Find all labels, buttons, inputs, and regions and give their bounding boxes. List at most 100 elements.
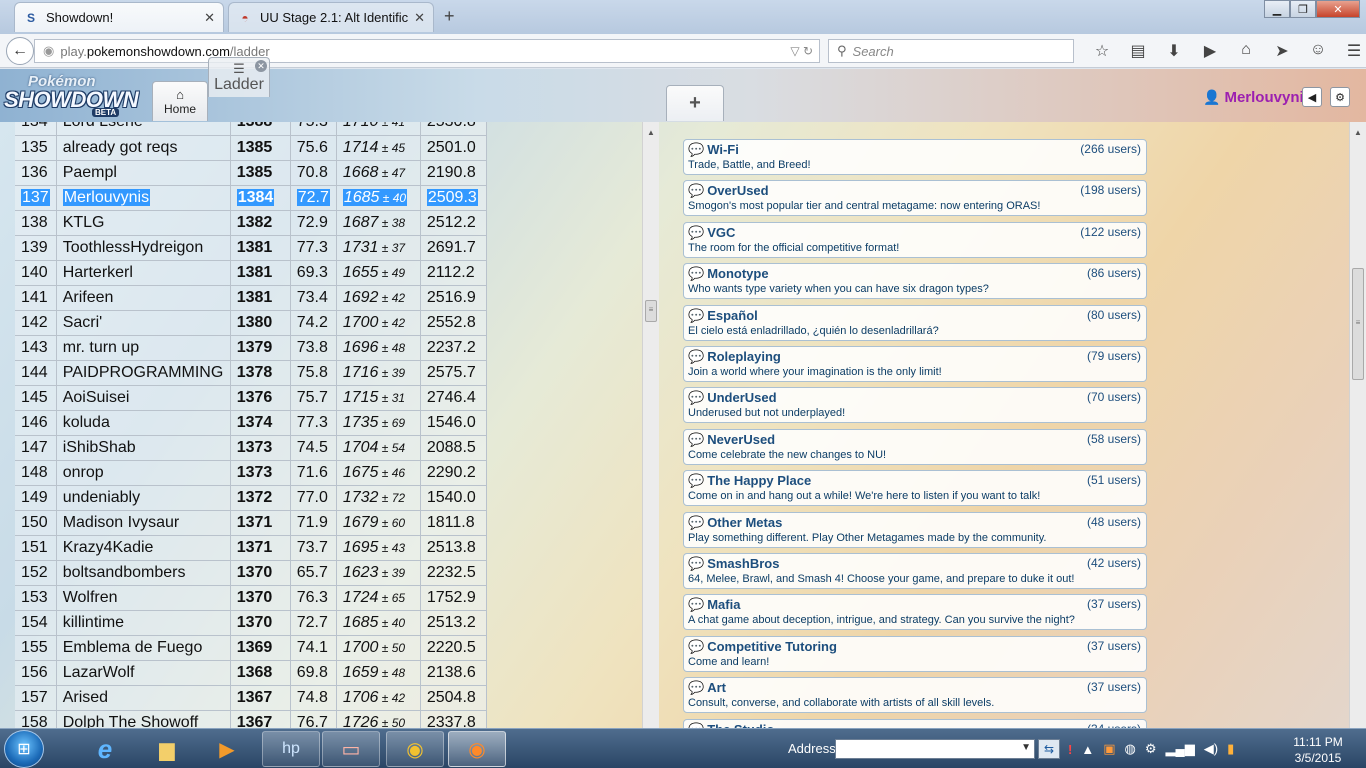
ladder-username[interactable]: Arifeen [56,285,231,311]
room-list-item[interactable]: 💬 VGC (122 users) The room for the official… [683,221,1147,258]
close-tab-icon[interactable]: ✕ [204,10,215,26]
ladder-row[interactable]: 139 ToothlessHydreigon 1381 77.3 1731 ± 37 26… [15,235,487,261]
ladder-username[interactable]: Wolfren [56,585,231,611]
ladder-row[interactable]: 154 killintime 1370 72.7 1685 ± 40 2513.2 [15,610,487,636]
new-room-tab-button[interactable]: + [666,85,724,121]
room-name[interactable]: 💬 Competitive Tutoring [688,639,1142,655]
scroll-thumb[interactable]: ≡ [1352,268,1364,380]
rooms-scrollbar[interactable]: ▲ ≡ [1349,122,1366,728]
send-icon[interactable]: ➤ [1264,41,1300,61]
ladder-username[interactable]: Dolph The Showoff [56,710,231,728]
tray-sync-icon[interactable]: ◍ [1125,741,1136,757]
room-name[interactable]: 💬 Wi-Fi [688,142,1142,158]
tray-app-icon[interactable]: ▣ [1103,741,1115,757]
ladder-row[interactable]: 142 Sacri' 1380 74.2 1700 ± 42 2552.8 [15,310,487,336]
chat-icon[interactable]: ☺ [1300,41,1336,61]
ladder-username[interactable]: Emblema de Fuego [56,635,231,661]
ladder-username[interactable]: undeniably [56,485,231,511]
ladder-row[interactable]: 150 Madison Ivysaur 1371 71.9 1679 ± 60 1811.… [15,510,487,536]
room-name[interactable]: 💬 Other Metas [688,515,1142,531]
room-list-item[interactable]: 💬The Studio(34 users) [683,718,1147,728]
ladder-row[interactable]: 141 Arifeen 1381 73.4 1692 ± 42 2516.9 [15,285,487,311]
alert-icon[interactable]: ! [1068,742,1072,757]
ladder-username[interactable]: ToothlessHydreigon [56,235,231,261]
ladder-username[interactable]: Madison Ivysaur [56,510,231,536]
menu-icon[interactable]: ☰ [1336,41,1366,61]
ladder-row[interactable]: 149 undeniably 1372 77.0 1732 ± 72 1540.0 [15,485,487,511]
browser-tab-uu-stage[interactable]: ◓ UU Stage 2.1: Alt Identificat... ✕ [228,2,434,32]
ladder-row[interactable]: 144 PAIDPROGRAMMING 1378 75.8 1716 ± 39 2575.… [15,360,487,386]
room-list-item[interactable]: 💬 SmashBros (42 users) 64, Melee, Brawl, an… [683,553,1147,589]
ladder-username[interactable]: Krazy4Kadie [56,535,231,561]
scroll-up-icon[interactable]: ▲ [647,128,655,137]
scroll-thumb[interactable]: ≡ [645,300,657,322]
youtube-icon[interactable]: ▶ [1192,41,1228,61]
room-list-item[interactable]: 💬 Español (80 users) El cielo está enladril… [683,304,1147,341]
ladder-username[interactable]: Sacri' [56,310,231,336]
reading-list-icon[interactable]: ▤ [1120,41,1156,61]
url-bar[interactable]: ◉ play. pokemonshowdown.com/ladder ▽ ↻ [34,39,820,63]
ladder-row[interactable]: 147 iShibShab 1373 74.5 1704 ± 54 2088.5 [15,435,487,461]
ladder-row[interactable]: 137 Merlouvynis 1384 72.7 1685 ± 40 2509.3 [15,185,487,211]
room-name[interactable]: 💬 The Happy Place [688,473,1142,489]
download-icon[interactable]: ⬇ [1156,41,1192,61]
ladder-row[interactable]: 157 Arised 1367 74.8 1706 ± 42 2504.8 [15,685,487,711]
ladder-scrollbar[interactable]: ▲ ≡ [642,122,659,728]
room-list-item[interactable]: 💬 Competitive Tutoring (37 users) Come and … [683,635,1147,672]
chrome-icon[interactable]: ◉ [386,731,444,767]
ladder-username[interactable]: PAIDPROGRAMMING [56,360,231,386]
tab-ladder[interactable]: ☰ Ladder ✕ [208,57,270,97]
close-tab-icon[interactable]: ✕ [414,10,425,26]
ladder-username[interactable]: koluda [56,410,231,436]
room-name[interactable]: 💬 OverUsed [688,183,1142,199]
address-go-icon[interactable]: ⇆ [1038,739,1060,759]
showdown-logo[interactable]: Pokémon SHOWDOWN BETA [4,73,144,117]
home-icon[interactable]: ⌂ [1228,41,1264,61]
sound-icon[interactable]: ◀ [1302,87,1322,107]
close-ladder-icon[interactable]: ✕ [255,60,267,72]
ladder-username[interactable]: LazarWolf [56,660,231,686]
ladder-username[interactable]: iShibShab [56,435,231,461]
chevron-down-icon[interactable]: ▼ [1021,742,1031,753]
room-list-item[interactable]: 💬 Art (37 users) Consult, converse, and col… [683,677,1147,714]
room-list-item[interactable]: 💬 NeverUsed (58 users) Come celebrate the n… [683,428,1147,465]
back-arrow-icon[interactable]: ← [6,37,34,65]
ladder-username[interactable]: Arised [56,685,231,711]
media-player-icon[interactable]: ▶ [198,731,256,767]
room-list-item[interactable]: 💬 UnderUsed (70 users) Underused but not un… [683,387,1147,424]
ladder-row[interactable]: 158 Dolph The Showoff 1367 76.7 1726 ± 50 233… [15,710,487,728]
room-name[interactable]: 💬 SmashBros [688,556,1142,572]
ladder-username[interactable]: mr. turn up [56,335,231,361]
firefox-icon[interactable]: ◉ [448,731,506,767]
user-box[interactable]: 👤 Merlouvynis [1203,89,1312,106]
ladder-row[interactable]: 138 KTLG 1382 72.9 1687 ± 38 2512.2 [15,210,487,236]
settings-gear-icon[interactable]: ⚙ [1330,87,1350,107]
internet-explorer-icon[interactable]: e [76,731,134,767]
ladder-username[interactable]: killintime [56,610,231,636]
maximize-button[interactable]: ❐ [1290,0,1316,18]
room-name[interactable]: 💬 Art [688,680,1142,696]
ladder-username[interactable]: onrop [56,460,231,486]
tray-expand-icon[interactable]: ▲ [1081,742,1094,757]
browser-tab-showdown[interactable]: S Showdown! ✕ [14,2,224,32]
volume-icon[interactable]: ◀) [1204,741,1218,757]
ladder-row[interactable]: 143 mr. turn up 1379 73.8 1696 ± 48 2237.2 [15,335,487,361]
ladder-row[interactable]: 151 Krazy4Kadie 1371 73.7 1695 ± 43 2513.8 [15,535,487,561]
clock[interactable]: 11:11 PM 3/5/2015 [1283,734,1353,766]
window-close-button[interactable]: ✕ [1316,0,1360,18]
ladder-row[interactable]: 152 boltsandbombers 1370 65.7 1623 ± 39 2232.… [15,560,487,586]
ladder-row[interactable]: 135 already got reqs 1385 75.6 1714 ± 45 2501… [15,135,487,161]
ladder-username[interactable]: boltsandbombers [56,560,231,586]
ladder-row[interactable]: 140 Harterkerl 1381 69.3 1655 ± 49 2112.2 [15,260,487,286]
search-input[interactable]: ⚲ Search [828,39,1074,63]
room-name[interactable]: 💬 Monotype [688,266,1142,282]
ladder-username[interactable]: Paempl [56,160,231,186]
room-list-item[interactable]: 💬 The Happy Place (51 users) Come on in and… [683,470,1147,507]
ladder-row[interactable]: 155 Emblema de Fuego 1369 74.1 1700 ± 50 2220… [15,635,487,661]
ladder-username[interactable]: AoiSuisei [56,385,231,411]
hp-app-icon[interactable]: hp [262,731,320,767]
room-name[interactable]: 💬 NeverUsed [688,432,1142,448]
ladder-username[interactable]: already got reqs [56,135,231,161]
signal-icon[interactable]: ▂▄▆ [1166,741,1195,757]
scroll-up-icon[interactable]: ▲ [1354,128,1362,137]
